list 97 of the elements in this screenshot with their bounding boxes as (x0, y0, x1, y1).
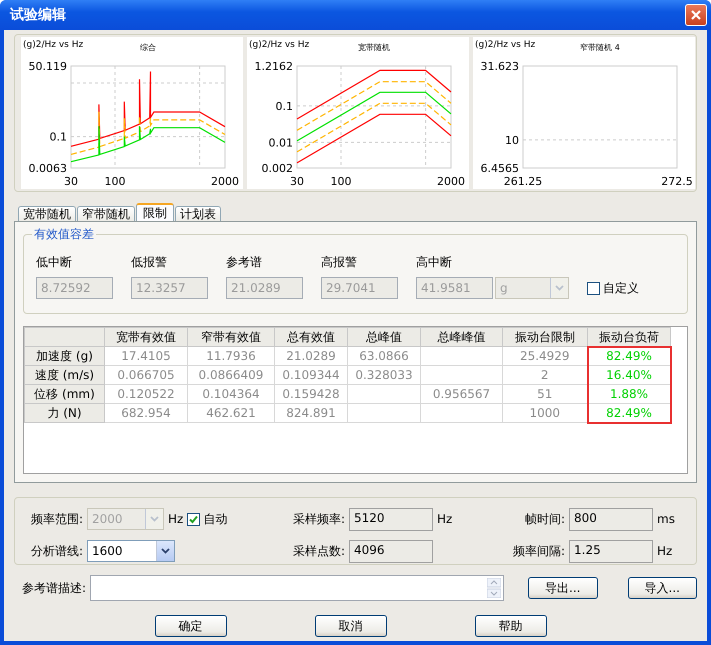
table-cell: 682.954 (104, 404, 188, 422)
y-axis-label: 31.623 (480, 60, 519, 73)
column-header: 总有效值 (274, 328, 348, 346)
dialog-button[interactable]: 确定 (154, 615, 226, 637)
table-cell: 824.891 (274, 404, 348, 422)
field-label: 参考谱描述: (22, 581, 86, 595)
y-axis-label: 6.4565 (480, 162, 519, 175)
table-cell: 0.0866409 (188, 366, 274, 384)
checkbox-label: 自动 (203, 512, 228, 526)
table-cell: 21.0289 (274, 346, 348, 366)
row-header: 加速度 (g) (24, 346, 104, 366)
input-field[interactable]: 4096 (349, 540, 433, 562)
table-cell: 17.4105 (104, 346, 188, 366)
table-cell: 11.7936 (188, 346, 274, 366)
y-axis-label: 0.1 (276, 100, 293, 113)
tab[interactable]: 窄带随机 (77, 206, 135, 221)
dialog-button[interactable]: 帮助 (474, 615, 546, 637)
spectral-lines-dropdown[interactable]: 1600 (87, 540, 175, 562)
table-cell: 63.0866 (348, 346, 420, 366)
unit-label: Hz (168, 512, 184, 526)
close-button[interactable] (685, 4, 707, 26)
table-cell: 0.159428 (274, 384, 348, 404)
y-axis-label: 0.01 (268, 136, 293, 150)
table-cell: 82.49% (588, 404, 670, 422)
field-label: 频率范围: (30, 512, 83, 526)
table-cell: 0.066705 (104, 366, 188, 384)
unit-label: Hz (437, 512, 452, 526)
table-cell: 462.621 (188, 404, 274, 422)
field-label: 高报警 (321, 255, 358, 269)
table-cell: 0.109344 (274, 366, 348, 384)
table-cell: 0.120522 (104, 384, 188, 404)
dialog-button[interactable]: 取消 (314, 615, 386, 637)
column-header: 振动台限制 (502, 328, 588, 346)
caret-icon (150, 516, 159, 522)
table-cell: 1.88% (588, 384, 670, 404)
column-header: 宽带有效值 (104, 328, 188, 346)
table-cell: 0.104364 (188, 384, 274, 404)
table-cell: 0.328033 (348, 366, 420, 384)
y-axis-label: 1.2162 (254, 60, 293, 73)
input-field[interactable]: 5120 (349, 508, 433, 530)
field-label: 低中断 (36, 255, 73, 269)
column-header: 振动台负荷 (588, 328, 670, 346)
y-axis-label: 0.002 (262, 162, 293, 175)
close-icon (690, 9, 702, 21)
x-axis-label: 2000 (437, 175, 465, 188)
side-button[interactable]: 导出... (528, 577, 598, 599)
field-label: 参考谱 (226, 255, 263, 269)
unit-label: Hz (657, 544, 672, 558)
field-label: 采样点数: (292, 544, 345, 558)
x-axis-label: 100 (104, 175, 126, 188)
column-header: 窄带有效值 (188, 328, 274, 346)
chart-y-label: (g)2/Hz vs Hz (23, 40, 84, 50)
field-label: 帧时间: (524, 512, 565, 526)
scroll-arrows-icon (487, 578, 501, 598)
description-field[interactable] (90, 575, 504, 601)
field-label: 低报警 (131, 255, 168, 269)
chart-y-label: (g)2/Hz vs Hz (475, 40, 536, 50)
column-header: 总峰峰值 (420, 328, 502, 346)
side-button[interactable]: 导入... (628, 577, 697, 599)
table-cell: 0.956567 (420, 384, 502, 404)
field-label: 采样频率: (292, 512, 345, 526)
x-axis-label: 272.5 (661, 175, 693, 188)
chart-title: 综合 (140, 43, 156, 52)
field-label: 分析谱线: (30, 544, 83, 558)
x-axis-label: 30 (290, 175, 304, 188)
x-axis-label: 30 (64, 175, 78, 188)
group-title: 有效值容差 (32, 227, 96, 241)
chart-title: 宽带随机 (358, 43, 390, 52)
row-header: 位移 (mm) (24, 384, 104, 404)
field-label: 频率间隔: (512, 544, 565, 558)
tab[interactable]: 计划表 (175, 206, 221, 221)
row-header: 速度 (m/s) (24, 366, 104, 384)
checkbox[interactable] (187, 512, 200, 526)
column-header: 总峰值 (348, 328, 420, 346)
checkbox[interactable] (587, 282, 600, 294)
input-field[interactable]: 1.25 (569, 540, 653, 562)
unit-label: ms (657, 512, 675, 526)
tab[interactable]: 限制 (136, 203, 174, 221)
chart-title: 窄带随机 4 (580, 43, 620, 52)
table-cell: 16.40% (588, 366, 670, 384)
table-cell: 82.49% (588, 346, 670, 366)
x-axis-label: 100 (330, 175, 352, 188)
y-axis-label: 0.0063 (28, 162, 67, 175)
x-axis-label: 261.25 (504, 175, 542, 188)
chart-y-label: (g)2/Hz vs Hz (249, 40, 310, 50)
input-field[interactable]: 800 (569, 508, 653, 530)
caret-icon (555, 285, 564, 291)
y-axis-label: 10 (505, 134, 519, 147)
y-axis-label: 0.1 (50, 130, 67, 144)
row-header: 力 (N) (24, 404, 104, 422)
tab[interactable]: 宽带随机 (18, 206, 76, 221)
field-label: 高中断 (416, 255, 453, 269)
y-axis-label: 50.119 (28, 60, 67, 73)
window-title: 试验编辑 (8, 8, 66, 22)
checkbox-label: 自定义 (603, 281, 639, 295)
caret-icon (161, 548, 170, 554)
x-axis-label: 2000 (211, 175, 239, 188)
